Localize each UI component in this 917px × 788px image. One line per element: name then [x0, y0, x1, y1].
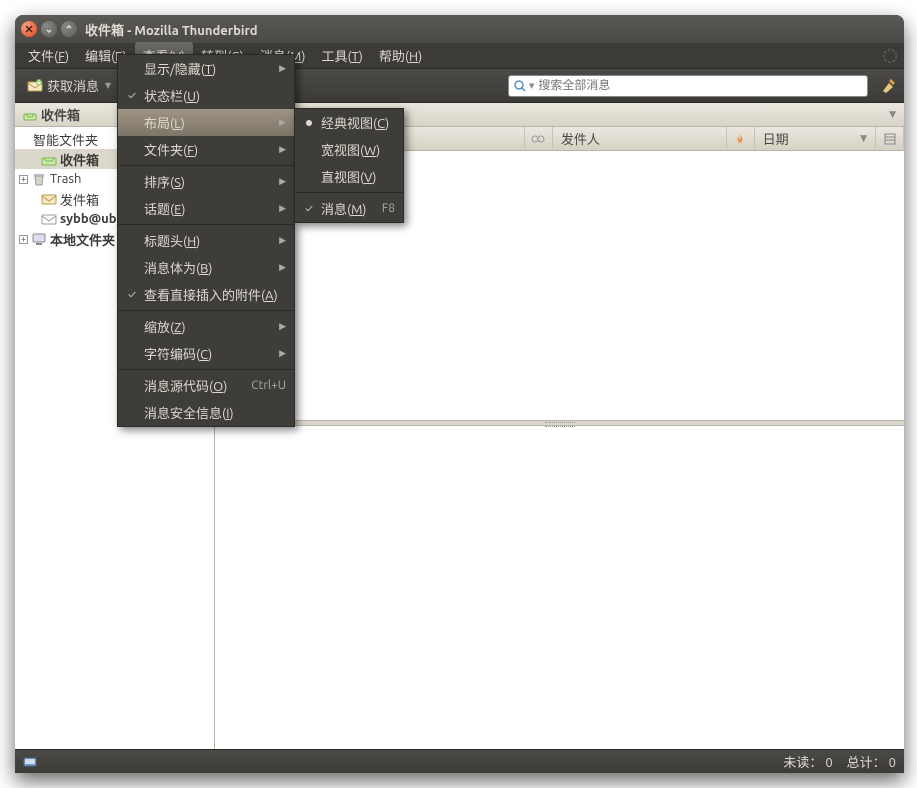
menu-item[interactable]: 经典视图(C) [295, 109, 403, 136]
menu-item[interactable]: 字符编码(C)▶ [118, 340, 294, 367]
menu-t[interactable]: 工具(T) [313, 42, 370, 69]
chevron-down-icon[interactable]: ▼ [889, 109, 896, 120]
menu-separator [118, 369, 294, 370]
computer-icon [31, 231, 47, 247]
mail-icon [41, 211, 57, 227]
col-picker[interactable] [876, 127, 904, 150]
inbox-label: 收件箱 [60, 150, 99, 169]
menu-item[interactable]: ✓查看直接插入的附件(A) [118, 281, 294, 308]
search-icon [513, 79, 527, 93]
submenu-arrow-icon: ▶ [279, 176, 286, 187]
menu-item[interactable]: 消息源代码(O)Ctrl+U [118, 372, 294, 399]
menu-item[interactable]: 宽视图(W) [295, 136, 403, 163]
menu-h[interactable]: 帮助(H) [371, 42, 430, 69]
statusbar: 未读： 0 总计： 0 [15, 749, 904, 773]
get-messages-label: 获取消息 [47, 76, 99, 95]
window-title: 收件箱 - Mozilla Thunderbird [85, 20, 258, 39]
glasses-icon [531, 134, 545, 144]
submenu-arrow-icon: ▶ [279, 117, 286, 128]
local-label: 本地文件夹 [50, 230, 115, 249]
submenu-arrow-icon: ▶ [279, 321, 286, 332]
close-window-button[interactable] [21, 21, 37, 37]
col-junk[interactable] [727, 127, 755, 150]
unread-count: 未读： 0 [783, 752, 832, 771]
submenu-arrow-icon: ▶ [279, 144, 286, 155]
col-sender[interactable]: 发件人 [553, 127, 727, 150]
submenu-arrow-icon: ▶ [279, 63, 286, 74]
menu-item[interactable]: 直视图(V) [295, 163, 403, 190]
menu-item[interactable]: 布局(L)▶ [118, 109, 294, 136]
menu-item[interactable]: 文件夹(F)▶ [118, 136, 294, 163]
titlebar: 收件箱 - Mozilla Thunderbird [15, 15, 904, 43]
menu-item[interactable]: 标题头(H)▶ [118, 227, 294, 254]
outbox-label: 发件箱 [60, 190, 99, 209]
menu-separator [118, 165, 294, 166]
activity-throbber-icon [881, 47, 899, 65]
menu-item[interactable]: 消息体为(B)▶ [118, 254, 294, 281]
submenu-arrow-icon: ▶ [279, 348, 286, 359]
menu-item[interactable]: ✓消息(M)F8 [295, 195, 403, 222]
menu-item[interactable]: 缩放(Z)▶ [118, 313, 294, 340]
get-mail-icon [27, 78, 43, 94]
expand-icon[interactable]: + [19, 175, 28, 184]
chevron-down-icon: ▼ [105, 81, 111, 90]
search-box[interactable]: ▼ [508, 75, 868, 97]
menu-item[interactable]: 消息安全信息(I) [118, 399, 294, 426]
broom-icon[interactable] [880, 77, 898, 95]
total-count: 总计： 0 [847, 752, 896, 771]
menu-item[interactable]: ✓状态栏(U) [118, 82, 294, 109]
maximize-window-button[interactable] [61, 21, 77, 37]
outbox-icon [41, 191, 57, 207]
inbox-icon [23, 108, 37, 122]
col-read[interactable] [525, 127, 553, 150]
menu-separator [118, 224, 294, 225]
menu-item[interactable]: 话题(E)▶ [118, 195, 294, 222]
trash-label: Trash [50, 172, 81, 186]
account-label: sybb@ub [60, 212, 117, 226]
submenu-arrow-icon: ▶ [279, 262, 286, 273]
column-picker-icon [884, 133, 896, 145]
online-status-icon[interactable] [23, 755, 37, 769]
app-window: 收件箱 - Mozilla Thunderbird 文件(F)编辑(E)查看(V… [15, 15, 904, 773]
flame-icon [734, 133, 746, 145]
col-date[interactable]: 日期▼ [755, 127, 876, 150]
menu-item[interactable]: 显示/隐藏(T)▶ [118, 55, 294, 82]
splitter[interactable] [215, 420, 904, 426]
menu-separator [118, 310, 294, 311]
minimize-window-button[interactable] [41, 21, 57, 37]
trash-icon [31, 171, 47, 187]
search-input[interactable] [534, 79, 863, 92]
menu-separator [295, 192, 403, 193]
smart-label: 智能文件夹 [33, 130, 98, 149]
inbox-icon [41, 151, 57, 167]
get-messages-button[interactable]: 获取消息 ▼ [21, 73, 117, 98]
layout-submenu-popup: 经典视图(C)宽视图(W)直视图(V) ✓消息(M)F8 [294, 108, 404, 223]
message-preview [215, 426, 904, 749]
menu-item[interactable]: 排序(S)▶ [118, 168, 294, 195]
folder-pane-title: 收件箱 [41, 105, 80, 124]
menu-f[interactable]: 文件(F) [20, 42, 77, 69]
expand-icon[interactable]: + [19, 235, 28, 244]
submenu-arrow-icon: ▶ [279, 203, 286, 214]
submenu-arrow-icon: ▶ [279, 235, 286, 246]
view-menu-popup: 显示/隐藏(T)▶✓状态栏(U)布局(L)▶文件夹(F)▶ 排序(S)▶话题(E)… [117, 54, 295, 427]
